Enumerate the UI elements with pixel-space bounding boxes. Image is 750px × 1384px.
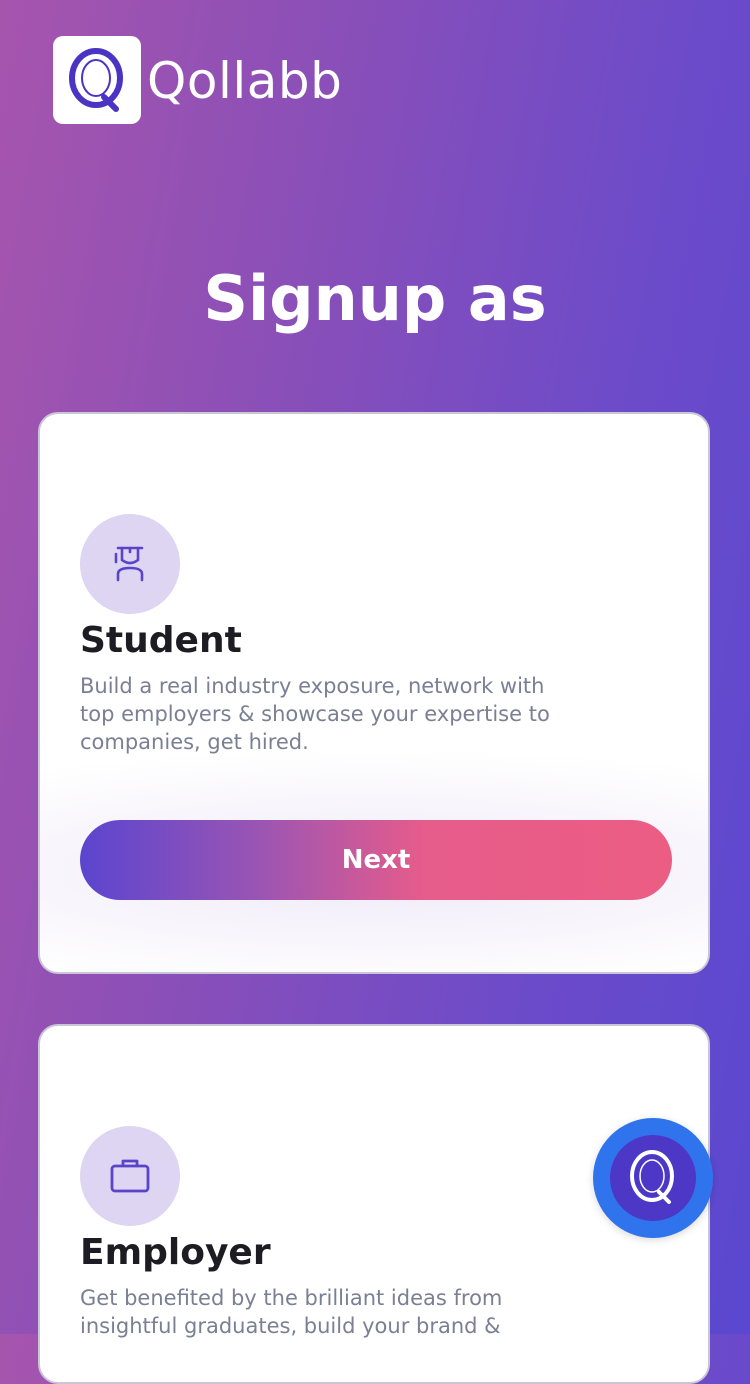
chat-fab-button[interactable] (593, 1118, 713, 1238)
fab-inner (610, 1135, 696, 1221)
card-description: Build a real industry exposure, network … (80, 674, 550, 754)
card-description: Get benefited by the brilliant ideas fro… (80, 1286, 503, 1338)
student-icon (114, 546, 144, 582)
briefcase-icon (110, 1159, 150, 1193)
student-card[interactable]: Student Build a real industry exposure, … (38, 412, 710, 974)
student-icon-badge (80, 514, 180, 614)
app-logo (53, 36, 141, 124)
card-title: Student (80, 620, 242, 661)
brand-name: Qollabb (147, 52, 343, 110)
page-title: Signup as (203, 262, 547, 335)
qollabb-logo-icon (69, 48, 123, 112)
employer-icon-badge (80, 1126, 180, 1226)
card-title: Employer (80, 1232, 271, 1273)
next-button[interactable]: Next (80, 820, 672, 900)
qollabb-logo-icon (630, 1150, 674, 1204)
